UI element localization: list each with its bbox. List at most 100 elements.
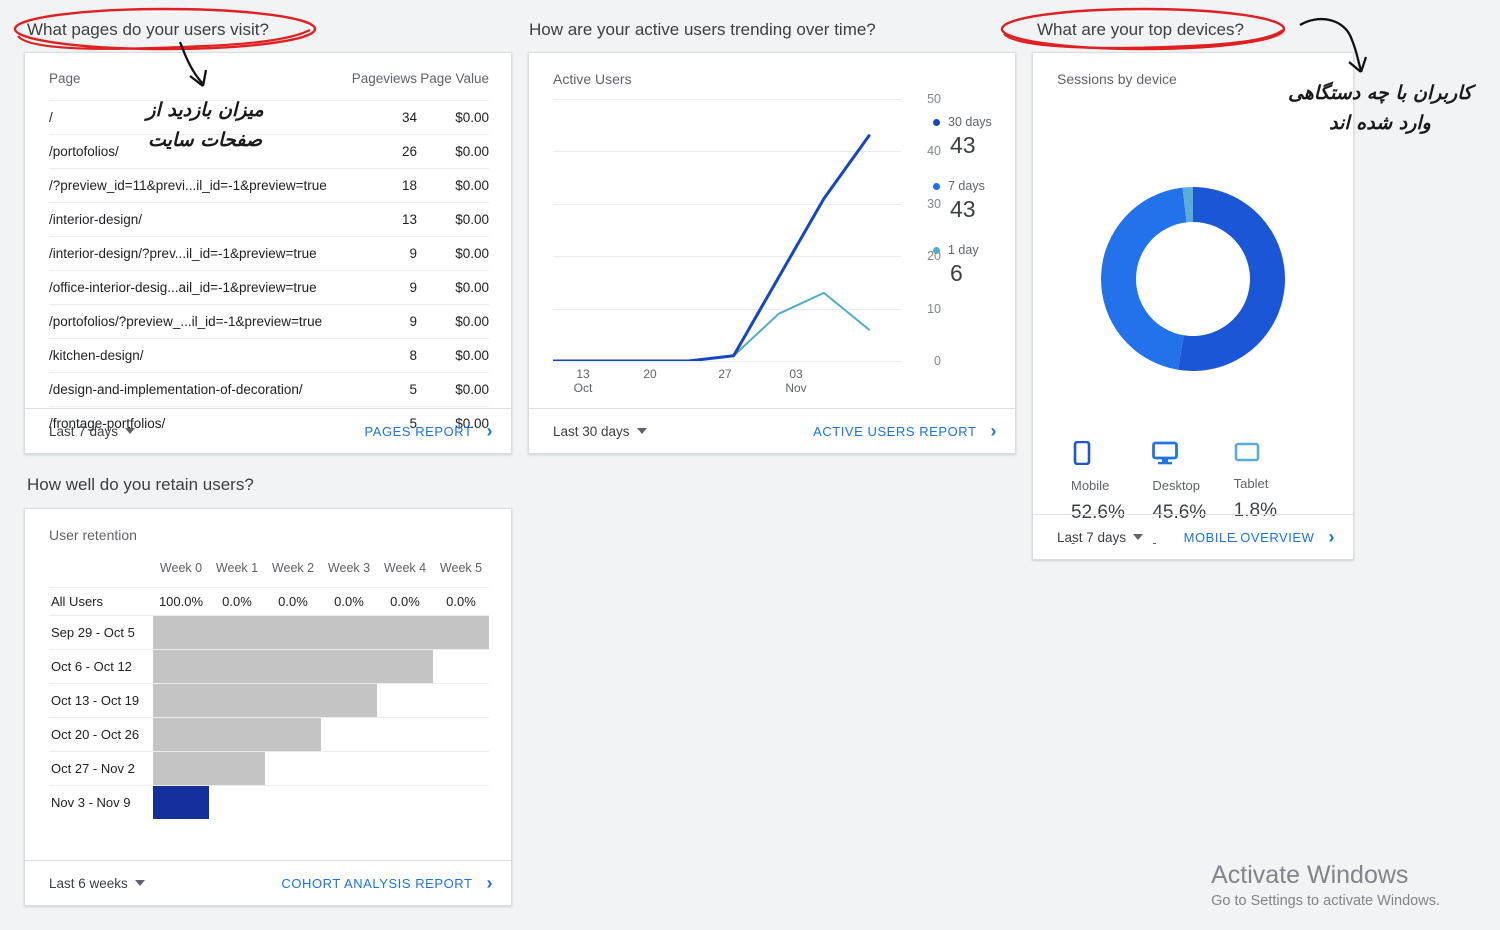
cohort-label: Oct 20 - Oct 26 [49,718,153,752]
cohort-cell-fill [209,616,265,649]
cohort-cell [153,718,209,752]
cohort-cell-fill [153,650,209,683]
page-value-cell: $0.00 [417,305,489,339]
retention-value-cell: 100.0% [153,588,209,616]
cohort-cell [265,684,321,718]
cohort-cell-fill [265,752,321,785]
legend-item[interactable]: 30 days43 [933,115,1023,159]
cohort-cell [377,718,433,752]
retention-table: Week 0Week 1Week 2Week 3Week 4Week 5 All… [49,557,489,819]
cohort-label: Sep 29 - Oct 5 [49,616,153,650]
cohort-cell-fill [209,684,265,717]
mobile-icon [1071,452,1093,469]
cohort-cell-fill [433,786,489,819]
retention-col-2: Week 1 [209,557,265,588]
cohort-cell-fill [209,718,265,751]
pages-report-label: PAGES REPORT [364,424,472,439]
pageviews-cell: 8 [347,339,417,373]
table-row[interactable]: Sep 29 - Oct 5 [49,616,489,650]
table-row[interactable]: Oct 6 - Oct 12 [49,650,489,684]
col-page-value: Page Value [417,67,489,101]
cohort-cell [377,684,433,718]
active-users-report-link[interactable]: ACTIVE USERS REPORT › [813,422,997,440]
page-path-cell: /kitchen-design/ [49,339,347,373]
cohort-cell-fill [153,684,209,717]
retention-row-label: All Users [49,588,153,616]
gridline [553,361,901,362]
chevron-down-icon [637,428,647,434]
pages-report-link[interactable]: PAGES REPORT › [364,422,493,440]
pageviews-cell: 13 [347,203,417,237]
retention-col-1: Week 0 [153,557,209,588]
devices-date-range-selector[interactable]: Last 7 days [1057,530,1143,545]
cohort-cell-fill [377,718,433,751]
donut-slice-desktop[interactable] [1101,188,1187,370]
retention-report-label: COHORT ANALYSIS REPORT [281,876,472,891]
y-axis-tick-label: 0 [909,354,941,368]
watermark-title: Activate Windows [1211,860,1440,890]
active-users-date-range-selector[interactable]: Last 30 days [553,424,647,439]
annotation-pages-note-line2: صفحات سایت [120,125,290,155]
table-row[interactable]: /?preview_id=11&previ...il_id=-1&preview… [49,169,489,203]
table-row[interactable]: Oct 27 - Nov 2 [49,752,489,786]
chevron-right-icon: › [486,874,493,892]
devices-report-link[interactable]: MOBILE OVERVIEW › [1184,528,1335,546]
retention-report-link[interactable]: COHORT ANALYSIS REPORT › [281,874,493,892]
cohort-cell-fill [321,650,377,683]
table-row[interactable]: /office-interior-desig...ail_id=-1&previ… [49,271,489,305]
cohort-cell [321,650,377,684]
cohort-cell [209,684,265,718]
pageviews-cell: 5 [347,373,417,407]
table-row[interactable]: /portofolios/?preview_...il_id=-1&previe… [49,305,489,339]
retention-date-range-selector[interactable]: Last 6 weeks [49,876,145,891]
chevron-down-icon [135,880,145,886]
cohort-cell [433,684,489,718]
table-row[interactable]: Oct 13 - Oct 19 [49,684,489,718]
cohort-cell [209,616,265,650]
retention-col-3: Week 2 [265,557,321,588]
table-row[interactable]: /interior-design/?prev...il_id=-1&previe… [49,237,489,271]
donut-slice-mobile[interactable] [1178,187,1285,371]
activate-windows-watermark: Activate Windows Go to Settings to activ… [1211,860,1440,912]
retention-question-title: How well do you retain users? [27,475,254,495]
pages-date-range-selector[interactable]: Last 7 days [49,424,135,439]
legend-item[interactable]: 1 day6 [933,243,1023,287]
cohort-cell [377,786,433,820]
cohort-cell-fill [209,786,265,819]
annotation-pages-note-line1: میزان بازدید از [120,95,290,125]
active-users-legend: 30 days437 days431 day6 [933,115,1023,307]
cohort-cell [433,650,489,684]
cohort-cell-fill [153,616,209,649]
active-users-report-label: ACTIVE USERS REPORT [813,424,976,439]
annotation-devices-note: کاربران با چه دستگاهی وارد شده اند [1270,78,1490,138]
table-row[interactable]: Nov 3 - Nov 9 [49,786,489,820]
chart-line-30-days [553,136,869,361]
table-row[interactable]: /interior-design/13$0.00 [49,203,489,237]
table-row[interactable]: /kitchen-design/8$0.00 [49,339,489,373]
cohort-cell [433,786,489,820]
watermark-subtitle: Go to Settings to activate Windows. [1211,890,1440,912]
cohort-cell-fill [153,752,209,785]
page-path-cell: /design-and-implementation-of-decoration… [49,373,347,407]
legend-label: 30 days [948,115,992,129]
table-row[interactable]: /design-and-implementation-of-decoration… [49,373,489,407]
legend-value: 43 [950,196,1023,223]
cohort-cell-fill [265,616,321,649]
cohort-cell [377,616,433,650]
page-value-cell: $0.00 [417,373,489,407]
cohort-cell [321,616,377,650]
cohort-cell-fill [433,752,489,785]
legend-item[interactable]: 7 days43 [933,179,1023,223]
retention-value-cell: 0.0% [209,588,265,616]
table-row[interactable]: Oct 20 - Oct 26 [49,718,489,752]
retention-card: User retention Week 0Week 1Week 2Week 3W… [24,508,512,906]
device-name: Desktop [1152,478,1233,493]
cohort-cell [321,684,377,718]
cohort-cell-fill [433,718,489,751]
chevron-right-icon: › [990,422,997,440]
cohort-label: Oct 27 - Nov 2 [49,752,153,786]
cohort-cell [265,616,321,650]
cohort-cell [153,752,209,786]
page-value-cell: $0.00 [417,101,489,135]
retention-date-range-label: Last 6 weeks [49,876,128,891]
